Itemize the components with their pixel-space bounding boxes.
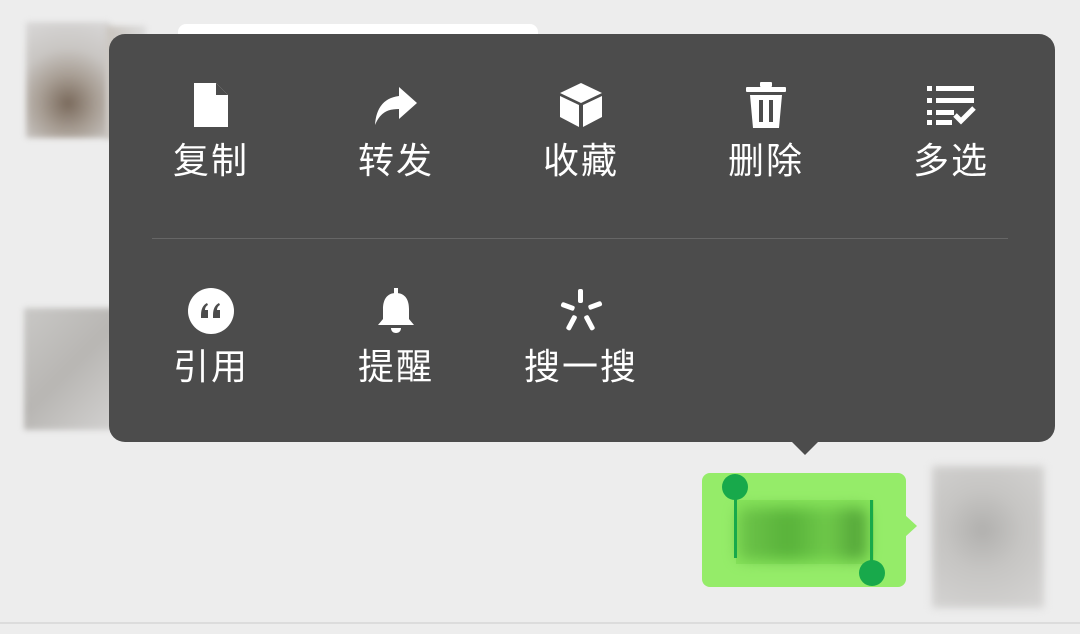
remind-label: 提醒 xyxy=(357,347,434,388)
forward-button[interactable]: 转发 xyxy=(321,80,471,210)
bubble-tail xyxy=(905,515,917,537)
menu-pointer-arrow xyxy=(791,441,819,455)
checklist-icon xyxy=(926,80,976,130)
search-button[interactable]: 搜一搜 xyxy=(506,286,656,416)
quote-button[interactable]: 引用 xyxy=(136,286,286,416)
selection-end-handle[interactable] xyxy=(859,560,885,586)
document-icon xyxy=(186,80,236,130)
blurred-message-text xyxy=(738,508,866,560)
menu-row-divider xyxy=(152,238,1008,239)
trash-icon xyxy=(741,80,791,130)
favorite-label: 收藏 xyxy=(542,141,619,182)
contact-avatar-2[interactable] xyxy=(24,308,114,430)
remind-button[interactable]: 提醒 xyxy=(321,286,471,416)
delete-button[interactable]: 删除 xyxy=(691,80,841,210)
quote-label: 引用 xyxy=(172,347,249,388)
copy-button[interactable]: 复制 xyxy=(136,80,286,210)
copy-label: 复制 xyxy=(172,141,249,182)
selection-start-handle[interactable] xyxy=(722,474,748,500)
multiselect-label: 多选 xyxy=(912,141,989,182)
contact-avatar[interactable] xyxy=(26,22,110,138)
quote-icon xyxy=(186,286,236,336)
favorite-button[interactable]: 收藏 xyxy=(506,80,656,210)
cube-icon xyxy=(556,80,606,130)
forward-label: 转发 xyxy=(357,141,434,182)
multiselect-button[interactable]: 多选 xyxy=(876,80,1026,210)
search-spark-icon xyxy=(556,286,606,336)
delete-label: 删除 xyxy=(727,141,804,182)
bell-icon xyxy=(371,286,421,336)
share-arrow-icon xyxy=(371,80,421,130)
search-label: 搜一搜 xyxy=(523,347,638,388)
my-avatar[interactable] xyxy=(932,466,1044,608)
divider xyxy=(0,622,1080,624)
